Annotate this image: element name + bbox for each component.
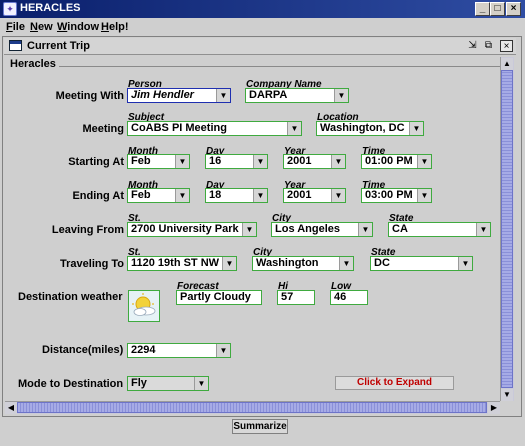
mode-label: Mode to Destination (18, 378, 124, 390)
menu-new[interactable]: New (30, 21, 53, 33)
frame-title: Current Trip (27, 40, 90, 52)
chevron-down-icon: ▼ (194, 377, 208, 390)
meeting-with-label: Meeting With (55, 90, 124, 102)
frame-window-icon (9, 40, 22, 51)
scroll-right-icon[interactable]: ▶ (488, 402, 500, 414)
chevron-down-icon: ▼ (417, 189, 431, 202)
low-temp-field[interactable]: 46 (330, 290, 368, 305)
chevron-down-icon: ▼ (242, 223, 256, 236)
hi-temp-field[interactable]: 57 (277, 290, 315, 305)
from-street-select[interactable]: 2700 University Park ▼ (127, 222, 257, 237)
menu-help[interactable]: Help! (101, 21, 129, 33)
starting-at-label: Starting At (68, 156, 124, 168)
to-city-select[interactable]: Washington ▼ (252, 256, 354, 271)
chevron-down-icon: ▼ (458, 257, 472, 270)
group-title: Heracles (10, 58, 59, 70)
distance-label: Distance(miles) (42, 344, 124, 356)
chevron-down-icon: ▼ (331, 155, 345, 168)
from-state-select[interactable]: CA ▼ (388, 222, 491, 237)
distance-select[interactable]: 2294 ▼ (127, 343, 231, 358)
scroll-down-icon[interactable]: ▼ (501, 389, 513, 401)
company-select[interactable]: DARPA ▼ (245, 88, 349, 103)
chevron-down-icon: ▼ (331, 189, 345, 202)
minimize-button[interactable]: _ (475, 2, 490, 16)
chevron-down-icon: ▼ (358, 223, 372, 236)
to-street-select[interactable]: 1120 19th ST NW ▼ (127, 256, 237, 271)
end-day-select[interactable]: 18 ▼ (205, 188, 268, 203)
frame-restore-icon[interactable]: ⧉ (482, 40, 495, 52)
ending-at-label: Ending At (72, 190, 124, 202)
location-select[interactable]: Washington, DC ▼ (316, 121, 424, 136)
group-border (10, 66, 500, 67)
start-year-select[interactable]: 2001 ▼ (283, 154, 346, 169)
frame-titlebar[interactable]: Current Trip ⇲ ⧉ × (4, 38, 516, 55)
end-year-select[interactable]: 2001 ▼ (283, 188, 346, 203)
destination-weather-label: Destination weather (18, 291, 123, 303)
window-title: HERACLES (20, 2, 81, 14)
click-to-expand-button[interactable]: Click to Expand (335, 376, 454, 390)
forecast-field[interactable]: Partly Cloudy (176, 290, 262, 305)
to-state-select[interactable]: DC ▼ (370, 256, 473, 271)
menu-window[interactable]: Window (57, 21, 99, 33)
chevron-down-icon: ▼ (216, 89, 230, 102)
frame-minimize-icon[interactable]: ⇲ (466, 40, 479, 52)
subject-select[interactable]: CoABS PI Meeting ▼ (127, 121, 302, 136)
traveling-to-label: Traveling To (60, 258, 124, 270)
chevron-down-icon: ▼ (222, 257, 236, 270)
end-time-select[interactable]: 03:00 PM ▼ (361, 188, 432, 203)
close-button[interactable]: × (506, 2, 521, 16)
maximize-button[interactable]: □ (490, 2, 505, 16)
chevron-down-icon: ▼ (253, 155, 267, 168)
chevron-down-icon: ▼ (476, 223, 490, 236)
menu-bar: File New Window Help! (0, 18, 525, 36)
frame-close-icon[interactable]: × (500, 40, 513, 52)
chevron-down-icon: ▼ (339, 257, 353, 270)
window-titlebar[interactable]: ✦ HERACLES _ □ × (0, 0, 525, 18)
start-month-select[interactable]: Feb ▼ (127, 154, 190, 169)
start-day-select[interactable]: 16 ▼ (205, 154, 268, 169)
start-time-select[interactable]: 01:00 PM ▼ (361, 154, 432, 169)
vertical-scroll-thumb[interactable] (501, 70, 513, 388)
chevron-down-icon: ▼ (287, 122, 301, 135)
chevron-down-icon: ▼ (417, 155, 431, 168)
leaving-from-label: Leaving From (51, 224, 124, 236)
end-month-select[interactable]: Feb ▼ (127, 188, 190, 203)
summarize-button[interactable]: Summarize (232, 419, 288, 434)
chevron-down-icon: ▼ (175, 189, 189, 202)
person-select[interactable]: Jim Hendler ▼ (127, 88, 231, 103)
from-city-select[interactable]: Los Angeles ▼ (271, 222, 373, 237)
chevron-down-icon: ▼ (175, 155, 189, 168)
meeting-label: Meeting (82, 123, 124, 135)
scroll-up-icon[interactable]: ▲ (501, 58, 513, 70)
mode-select[interactable]: Fly ▼ (127, 376, 209, 391)
partly-cloudy-icon (128, 290, 160, 322)
menu-file[interactable]: File (6, 21, 25, 33)
chevron-down-icon: ▼ (334, 89, 348, 102)
chevron-down-icon: ▼ (216, 344, 230, 357)
chevron-down-icon: ▼ (253, 189, 267, 202)
horizontal-scroll-thumb[interactable] (17, 402, 487, 413)
scroll-left-icon[interactable]: ◀ (5, 402, 17, 414)
heracles-app-icon: ✦ (3, 2, 17, 16)
chevron-down-icon: ▼ (409, 122, 423, 135)
